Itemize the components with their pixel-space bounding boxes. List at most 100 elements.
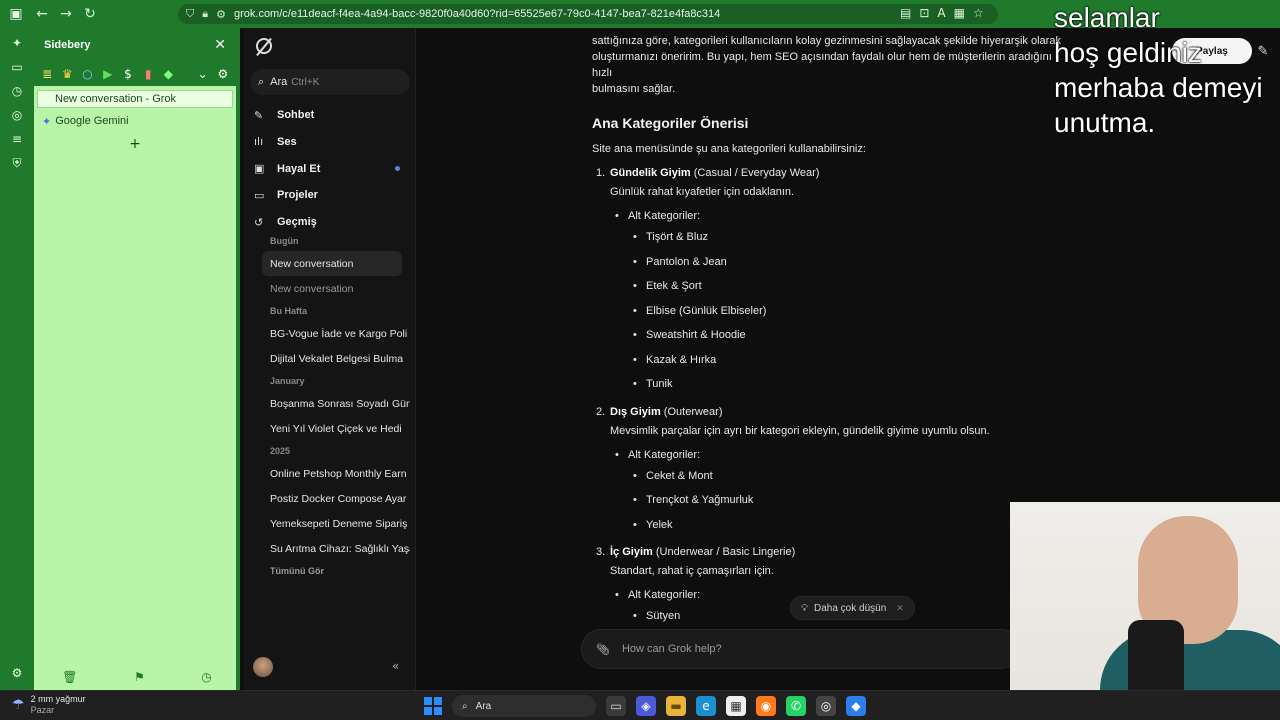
category-name: İç Giyim (610, 546, 653, 558)
chrome-icon[interactable]: ◎ (816, 696, 836, 716)
url-text[interactable]: grok.com/c/e11deacf-f4ea-4a94-bacc-9820f… (234, 8, 720, 20)
lead-text: Site ana menüsünde şu ana kategorileri k… (592, 143, 866, 155)
firefox-icon[interactable]: ◉ (756, 696, 776, 716)
history-section-year: 2025 (270, 446, 291, 456)
tab-title[interactable]: Google Gemini (55, 115, 128, 127)
history-item[interactable]: Boşanma Sonrası Soyadı Gün (270, 391, 410, 416)
shield-icon[interactable]: ⛉ (186, 7, 194, 21)
page-info-icon[interactable]: ⚙ (216, 8, 226, 21)
bookmark-star-icon[interactable]: ☆ (973, 6, 984, 20)
forward-icon[interactable]: → (54, 2, 78, 26)
list-item: Elbise (Günlük Elbiseler) (633, 298, 1066, 323)
task-view-icon[interactable]: ▭ (606, 696, 626, 716)
sidebery-title: Sidebery (44, 39, 91, 51)
gamepad-icon[interactable]: ◆ (161, 67, 175, 81)
see-all-link[interactable]: Tümünü Gör (270, 561, 410, 581)
intro-line: sattığınıza göre, kategorileri kullanıcı… (592, 35, 1061, 47)
chevron-down-icon[interactable]: ⌄ (196, 67, 210, 81)
audio-icon: ılı (254, 135, 264, 149)
settings-icon[interactable]: ⚙ (216, 67, 230, 81)
history-section-week: Bu Hafta (270, 306, 308, 316)
windows-start-icon[interactable] (424, 697, 442, 715)
sidebery-tab[interactable]: ✦ Google Gemini (37, 112, 233, 130)
history-item[interactable]: New conversation (262, 251, 402, 276)
save-icon[interactable]: ▭ (11, 60, 22, 74)
trash-icon[interactable]: 🗑︎ (62, 670, 77, 684)
sidebery-icon[interactable]: ≡ (12, 132, 22, 146)
grok-logo-icon[interactable] (256, 38, 272, 54)
extensions-icon[interactable]: ▦ (954, 6, 965, 20)
nav-chat[interactable]: ✎ Sohbet (254, 102, 410, 128)
close-icon[interactable]: ✕ (896, 603, 904, 614)
taskbar: ☂ 2 mm yağmur Pazar ⌕ Ara ▭ ◈ ▬ e ▦ ◉ ✆ … (0, 690, 1280, 720)
sidebar-toggle-icon[interactable]: ▣ (4, 2, 28, 26)
clock-icon[interactable]: ◷ (12, 84, 22, 98)
book-icon[interactable]: ▮ (141, 67, 155, 81)
translate-icon[interactable]: A (937, 6, 945, 20)
file-explorer-icon[interactable]: ▬ (666, 696, 686, 716)
reader-icon[interactable]: ▤ (900, 6, 911, 20)
attach-icon[interactable]: 📎︎ (596, 643, 610, 656)
think-harder-button[interactable]: 💡︎ Daha çok düşün ✕ (790, 596, 915, 620)
sidebery-footer: 🗑︎ ⚑ ◷ (34, 670, 240, 684)
taskbar-apps: ⌕ Ara ▭ ◈ ▬ e ▦ ◉ ✆ ◎ ◆ (424, 695, 866, 717)
message-input[interactable]: 📎︎ How can Grok help? (581, 629, 1021, 669)
nav-voice[interactable]: ılı Ses (254, 129, 410, 155)
history-item[interactable]: Online Petshop Monthly Earn (270, 461, 410, 486)
image-icon: ▣ (254, 162, 265, 176)
search-input[interactable]: ⌕ Ara Ctrl+K (250, 69, 410, 95)
list-icon[interactable]: ≣ (40, 67, 54, 81)
history-item[interactable]: Su Arıtma Cihazı: Sağlıklı Yaşa (270, 536, 410, 561)
close-icon[interactable]: ✕ (214, 37, 226, 53)
sidebery-header: Sidebery ✕ (34, 28, 236, 62)
address-bar-actions: ▤ ⊡ A ▦ ☆ (900, 6, 984, 20)
category-description: Günlük rahat kıyafetler için odaklanın. (610, 186, 795, 198)
history-item[interactable]: BG-Vogue İade ve Kargo Poli (270, 321, 410, 346)
reload-icon[interactable]: ↻ (78, 2, 102, 26)
category-description: Standart, rahat iç çamaşırları için. (610, 565, 774, 577)
weather-day: Pazar (30, 705, 55, 715)
list-item: Kazak & Hırka (633, 347, 1066, 372)
history-item[interactable]: Yemeksepeti Deneme Sipariş (270, 511, 410, 536)
address-bar[interactable]: ⛉ 🔒︎ ⚙ grok.com/c/e11deacf-f4ea-4a94-bac… (178, 4, 998, 24)
composer-placeholder: How can Grok help? (621, 643, 722, 655)
bookmark-icon[interactable]: ⚑ (134, 670, 145, 684)
dollar-icon[interactable]: $ (121, 67, 135, 81)
collapse-sidebar-icon[interactable]: « (392, 659, 399, 673)
category-english: (Underwear / Basic Lingerie) (652, 546, 796, 558)
list-item: Etek & Şort (633, 273, 1066, 298)
history-item[interactable]: Yeni Yıl Violet Çiçek ve Hedi (270, 416, 410, 441)
lock-icon[interactable]: 🔒︎ (202, 7, 208, 21)
copilot-icon[interactable]: ◈ (636, 696, 656, 716)
avatar[interactable] (253, 657, 273, 677)
nav-label: Ses (277, 135, 297, 148)
edge-icon[interactable]: e (696, 696, 716, 716)
subcategory-list: Tişört & Bluz Pantolon & Jean Etek & Şor… (610, 224, 1066, 396)
weather-condition: 2 mm yağmur (30, 694, 86, 704)
back-icon[interactable]: ← (30, 2, 54, 26)
bulb-icon[interactable]: ◎ (12, 108, 22, 122)
history-item[interactable]: Dijital Vekalet Belgesi Bulma (270, 346, 410, 371)
screenshot-icon[interactable]: ⊡ (919, 6, 929, 20)
history-icon[interactable]: ◷ (201, 670, 211, 684)
new-tab-icon[interactable]: + (34, 136, 236, 152)
nav-projects[interactable]: ▭ Projeler (254, 182, 410, 208)
bitwarden-icon[interactable]: ⛨ (12, 156, 21, 171)
app-icon[interactable]: ◆ (846, 696, 866, 716)
nav-imagine[interactable]: ▣ Hayal Et (254, 156, 410, 182)
history-item[interactable]: New conversation (270, 276, 410, 301)
spark-icon[interactable]: ✦ (12, 36, 22, 50)
tab-title[interactable]: New conversation - Grok (55, 93, 176, 105)
crown-icon[interactable]: ♛ (60, 67, 74, 81)
category-title: Dış Giyim (Outerwear) (610, 404, 1066, 420)
whatsapp-icon[interactable]: ✆ (786, 696, 806, 716)
sidebery-tab[interactable]: New conversation - Grok (37, 90, 233, 108)
play-icon[interactable]: ▶ (101, 67, 115, 81)
circle-icon[interactable]: ○ (80, 67, 94, 81)
weather-widget[interactable]: ☂ 2 mm yağmur Pazar (12, 694, 86, 716)
taskbar-search[interactable]: ⌕ Ara (452, 695, 596, 717)
category-number: 2. (596, 405, 606, 418)
history-item[interactable]: Postiz Docker Compose Ayar (270, 486, 410, 511)
settings-icon[interactable]: ⚙ (12, 666, 23, 680)
store-icon[interactable]: ▦ (726, 696, 746, 716)
